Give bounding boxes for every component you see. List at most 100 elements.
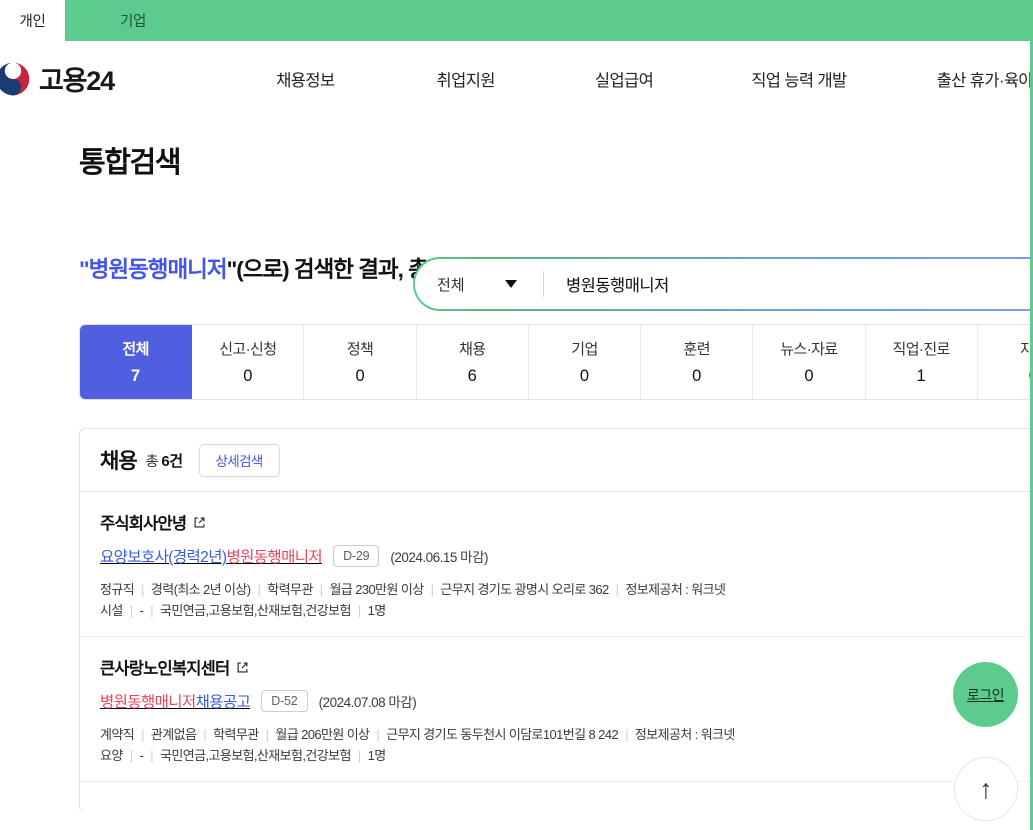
category-tab-training-label: 훈련 — [684, 338, 710, 359]
job-salary: 월급 230만원 이상 — [330, 582, 424, 597]
chevron-down-icon — [505, 280, 517, 288]
recruitment-results-panel: 채용 총 6건 상세검색 ✓ 정확도 주식회사안녕 요양보호사(경력2년)병원동… — [79, 428, 1033, 812]
job-title-part-normal: 채용공고 — [196, 694, 251, 711]
results-count: 총 6건 — [146, 450, 183, 471]
job-source: 정보제공처 : 워크넷 — [625, 582, 725, 597]
job-headcount: 1명 — [368, 748, 386, 763]
job-employment-type: 계약직 — [100, 727, 134, 742]
job-meta-line2: 시설|-|국민연금,고용보험,산재보험,건강보험|1명 — [100, 600, 1033, 621]
job-education: 학력무관 — [267, 582, 312, 597]
job-meta-line1: 정규직|경력(최소 2년 이상)|학력무관|월급 230만원 이상|근무지 경기… — [100, 579, 1033, 600]
category-tab-career[interactable]: 직업·진로 1 — [866, 325, 978, 399]
job-source: 정보제공처 : 워크넷 — [635, 727, 735, 742]
job-meta: 정규직|경력(최소 2년 이상)|학력무관|월급 230만원 이상|근무지 경기… — [100, 579, 1033, 621]
status-badge: D-29 — [333, 545, 379, 567]
category-tab-company-count: 0 — [580, 367, 589, 386]
job-title-part-normal: 요양보호사(경력2년) — [100, 549, 226, 566]
arrow-up-icon: ↑ — [979, 776, 993, 803]
page-title: 통합검색 — [79, 139, 409, 181]
job-company-name[interactable]: 주식회사안녕 — [100, 510, 1033, 534]
job-extra: - — [140, 603, 144, 618]
taegeuk-icon — [0, 60, 32, 98]
job-title-link[interactable]: 병원동행매니저채용공고 — [100, 690, 250, 712]
job-deadline: (2024.07.08 마감) — [319, 691, 417, 711]
summary-quote-open: " — [79, 257, 89, 282]
scroll-to-top-button[interactable]: ↑ — [954, 757, 1018, 821]
category-tab-all[interactable]: 전체 7 — [80, 325, 192, 399]
job-employment-type: 정규직 — [100, 582, 134, 597]
table-row[interactable]: 큰사랑노인복지센터 병원동행매니저채용공고 D-52 (2024.07.08 마… — [80, 637, 1033, 782]
top-utility-bar: 개인 기업 — [0, 0, 1033, 41]
category-tab-training[interactable]: 훈련 0 — [641, 325, 753, 399]
nav-item-unemployment-benefit[interactable]: 실업급여 — [595, 67, 653, 91]
job-company-name-text: 큰사랑노인복지센터 — [100, 655, 229, 679]
login-button[interactable]: 로그인 — [953, 662, 1018, 727]
search-input[interactable] — [544, 259, 1033, 309]
category-tab-recruitment-label: 채용 — [459, 338, 485, 359]
nav-item-maternity-childcare[interactable]: 출산 휴가·육아 — [937, 67, 1033, 91]
category-tab-career-count: 1 — [917, 367, 926, 386]
job-meta-line1: 계약직|관계없음|학력무관|월급 206만원 이상|근무지 경기도 동두천시 이… — [100, 724, 1033, 745]
search-section: 통합검색 전체 — [0, 116, 1033, 204]
job-extra: - — [140, 748, 144, 763]
category-tab-bar: 전체 7 신고·신청 0 정책 0 채용 6 기업 0 훈련 0 뉴스·자료 0… — [79, 324, 1033, 400]
job-education: 학력무관 — [213, 727, 258, 742]
category-tab-recruitment-count: 6 — [468, 367, 477, 386]
category-tab-company[interactable]: 기업 0 — [529, 325, 641, 399]
top-tab-company[interactable]: 기업 — [65, 0, 201, 41]
category-tab-report-apply-label: 신고·신청 — [219, 338, 276, 359]
search-category-value: 전체 — [437, 274, 465, 295]
job-title-link[interactable]: 요양보호사(경력2년)병원동행매니저 — [100, 545, 322, 567]
job-company-name[interactable]: 큰사랑노인복지센터 — [100, 655, 1033, 679]
category-tab-policy-label: 정책 — [347, 338, 373, 359]
job-list: 주식회사안녕 요양보호사(경력2년)병원동행매니저 D-29 (2024.06.… — [80, 491, 1033, 782]
search-category-select[interactable]: 전체 — [415, 259, 543, 309]
job-title-line: 요양보호사(경력2년)병원동행매니저 D-29 (2024.06.15 마감) — [100, 545, 1033, 567]
nav-item-employment-support[interactable]: 취업지원 — [437, 67, 495, 91]
external-link-icon — [193, 516, 206, 529]
nav-item-job-info[interactable]: 채용정보 — [276, 67, 334, 91]
category-tab-all-count: 7 — [131, 367, 140, 386]
job-insurance: 국민연금,고용보험,산재보험,건강보험 — [160, 748, 351, 763]
job-industry: 시설 — [100, 603, 123, 618]
category-tab-news-data-count: 0 — [804, 367, 813, 386]
job-salary: 월급 206만원 이상 — [275, 727, 369, 742]
job-location: 근무지 경기도 광명시 오리로 362 — [440, 582, 608, 597]
table-row[interactable]: 주식회사안녕 요양보호사(경력2년)병원동행매니저 D-29 (2024.06.… — [80, 492, 1033, 637]
job-deadline: (2024.06.15 마감) — [390, 546, 488, 566]
external-link-icon — [236, 661, 249, 674]
category-tab-qualification[interactable]: 자격 0 — [978, 325, 1033, 399]
job-meta-line2: 요양|-|국민연금,고용보험,산재보험,건강보험|1명 — [100, 745, 1033, 766]
site-logo[interactable]: 고용24 — [0, 59, 248, 98]
top-tab-individual-label: 개인 — [19, 10, 45, 31]
job-location: 근무지 경기도 동두천시 이담로101번길 8 242 — [386, 727, 618, 742]
category-tab-recruitment[interactable]: 채용 6 — [417, 325, 529, 399]
top-tab-individual[interactable]: 개인 — [0, 0, 65, 41]
category-tab-all-label: 전체 — [122, 338, 148, 359]
nav-item-vocational-development[interactable]: 직업 능력 개발 — [751, 67, 846, 91]
category-tab-career-label: 직업·진로 — [893, 338, 950, 359]
category-tab-news-data[interactable]: 뉴스·자료 0 — [753, 325, 865, 399]
search-box: 전체 — [413, 257, 1033, 311]
job-meta: 계약직|관계없음|학력무관|월급 206만원 이상|근무지 경기도 동두천시 이… — [100, 724, 1033, 766]
job-title-part-highlight: 병원동행매니저 — [100, 694, 196, 711]
job-title-line: 병원동행매니저채용공고 D-52 (2024.07.08 마감) — [100, 690, 1033, 712]
results-section-title: 채용 — [100, 445, 137, 475]
job-headcount: 1명 — [368, 603, 386, 618]
job-title-part-highlight: 병원동행매니저 — [226, 549, 322, 566]
summary-keyword: 병원동행매니저 — [89, 257, 227, 282]
detail-search-button[interactable]: 상세검색 — [199, 444, 280, 477]
main-navigation: 채용정보 취업지원 실업급여 직업 능력 개발 출산 휴가·육아 — [248, 67, 1033, 91]
category-tab-policy-count: 0 — [355, 367, 364, 386]
job-insurance: 국민연금,고용보험,산재보험,건강보험 — [160, 603, 351, 618]
category-tab-news-data-label: 뉴스·자료 — [780, 338, 837, 359]
results-count-value: 6건 — [161, 453, 182, 470]
job-experience: 경력(최소 2년 이상) — [151, 582, 251, 597]
summary-middle-text: "(으로) 검색한 결과, 총 — [227, 257, 434, 282]
category-tab-company-label: 기업 — [571, 338, 597, 359]
job-company-name-text: 주식회사안녕 — [100, 510, 186, 534]
category-tab-report-apply[interactable]: 신고·신청 0 — [192, 325, 304, 399]
site-logo-text: 고용24 — [39, 59, 114, 98]
status-badge: D-52 — [261, 690, 307, 712]
category-tab-policy[interactable]: 정책 0 — [304, 325, 416, 399]
